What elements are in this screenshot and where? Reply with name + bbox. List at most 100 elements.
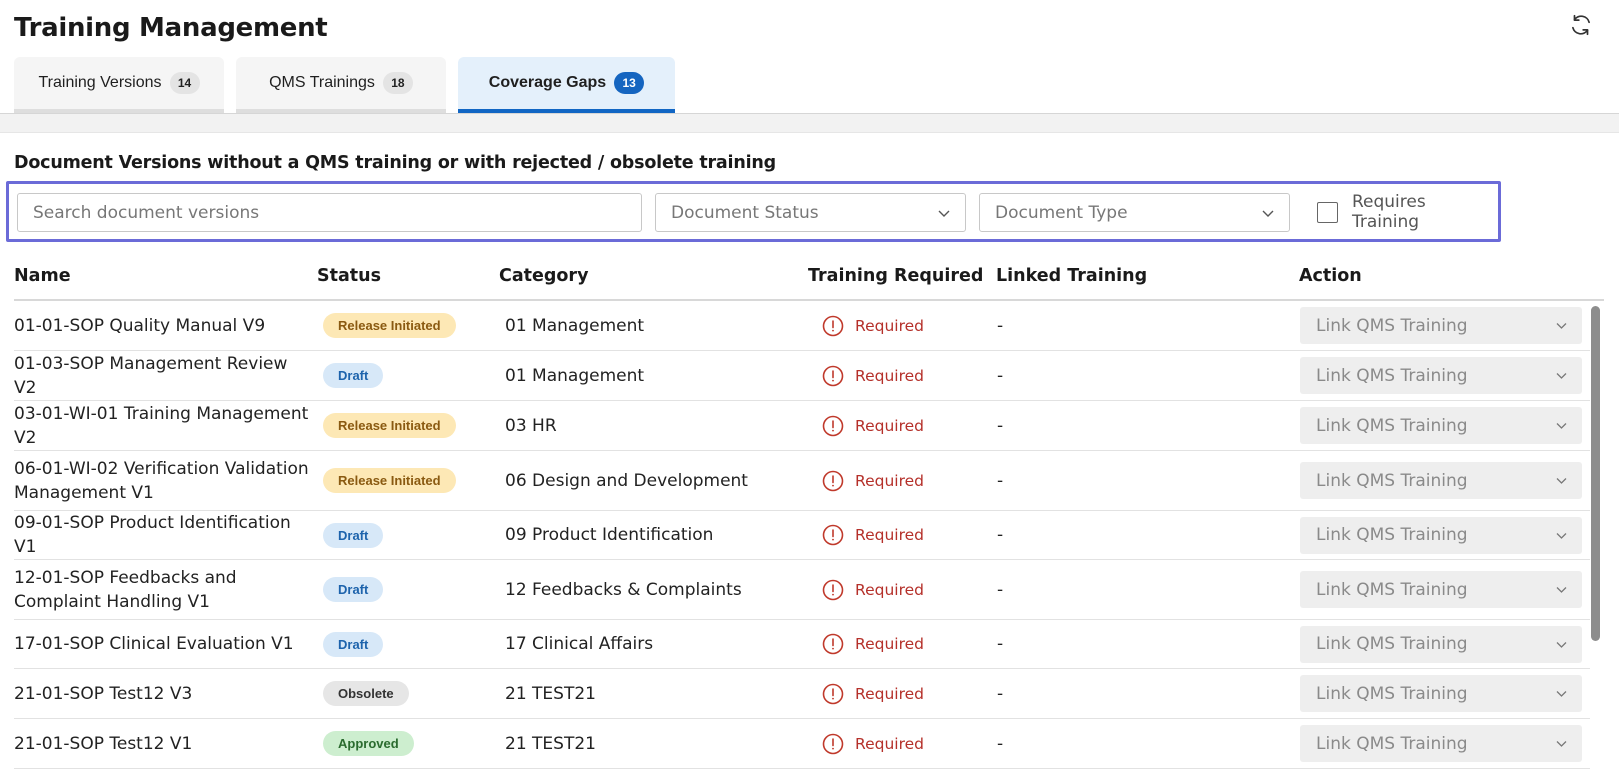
row-training-required: Required xyxy=(822,560,924,619)
link-qms-training-select[interactable]: Link QMS Training xyxy=(1300,516,1582,554)
tab-coverage-gaps[interactable]: Coverage Gaps 13 xyxy=(458,57,675,113)
app-header: Training Management Training Versions 14… xyxy=(0,0,1619,114)
filter-bar: Search document versions Document Status… xyxy=(6,181,1501,242)
search-placeholder: Search document versions xyxy=(33,202,260,223)
tab-label: QMS Trainings xyxy=(269,74,375,91)
row-category: 17 Clinical Affairs xyxy=(505,634,654,654)
table-row[interactable]: 21-01-SOP Test12 V3 Obsolete 21 TEST21 Requ… xyxy=(14,669,1590,719)
tab-count-badge: 18 xyxy=(382,72,413,94)
row-category: 03 HR xyxy=(505,415,557,436)
required-label: Required xyxy=(855,366,924,385)
status-badge: Draft xyxy=(323,363,384,388)
column-header-name[interactable]: Name xyxy=(14,266,71,286)
row-status-cell: Draft xyxy=(323,351,384,400)
link-qms-training-select[interactable]: Link QMS Training xyxy=(1300,725,1582,762)
status-badge: Release Initiated xyxy=(323,413,456,438)
row-action-cell: Link QMS Training xyxy=(1300,401,1582,450)
tab-training-versions[interactable]: Training Versions 14 xyxy=(14,57,224,113)
row-action-cell: Link QMS Training xyxy=(1300,669,1582,718)
tab-label: Training Versions xyxy=(38,74,162,91)
status-badge: Draft xyxy=(323,577,384,602)
alert-circle-icon xyxy=(822,633,844,655)
link-qms-training-label: Link QMS Training xyxy=(1316,634,1468,654)
alert-circle-icon xyxy=(822,415,844,436)
row-name: 21-01-SOP Test12 V3 xyxy=(14,683,193,704)
row-status-cell: Obsolete xyxy=(323,669,409,718)
tab-qms-trainings[interactable]: QMS Trainings 18 xyxy=(236,57,446,113)
row-training-required: Required xyxy=(822,719,924,768)
row-name: 06-01-WI-02 Verification Validation Mana… xyxy=(14,458,309,503)
chevron-down-icon xyxy=(1556,691,1567,697)
tab-count-badge: 13 xyxy=(614,72,645,94)
row-status-cell: Draft xyxy=(323,620,384,668)
table-row[interactable]: 17-01-SOP Clinical Evaluation V1 Draft 17 … xyxy=(14,620,1590,669)
row-category: 06 Design and Development xyxy=(505,470,748,491)
row-name: 21-01-SOP Test12 V1 xyxy=(14,733,193,754)
link-qms-training-select[interactable]: Link QMS Training xyxy=(1300,407,1582,444)
required-label: Required xyxy=(855,416,924,435)
link-qms-training-select[interactable]: Link QMS Training xyxy=(1300,625,1582,663)
row-status-cell: Release Initiated xyxy=(323,301,456,350)
chevron-down-icon xyxy=(1556,641,1567,648)
column-header-status[interactable]: Status xyxy=(317,266,381,286)
chevron-down-icon xyxy=(1556,587,1567,593)
row-action-cell: Link QMS Training xyxy=(1300,511,1582,559)
table-row[interactable]: 01-03-SOP Management Review V2 Draft 01 Ma… xyxy=(14,351,1590,401)
header-divider xyxy=(0,113,1619,133)
requires-training-toggle[interactable]: Requires Training xyxy=(1317,192,1498,232)
tab-label: Coverage Gaps xyxy=(488,74,607,91)
column-header-training-required[interactable]: Training Required xyxy=(808,266,983,286)
column-header-category[interactable]: Category xyxy=(499,266,588,286)
requires-training-label: Requires Training xyxy=(1351,192,1426,232)
row-linked-training: - xyxy=(997,470,1004,491)
row-name: 01-03-SOP Management Review V2 xyxy=(14,353,288,398)
row-linked-training: - xyxy=(997,634,1004,654)
table-row[interactable]: 12-01-SOP Feedbacks and Complaint Handli… xyxy=(14,560,1590,620)
table-row[interactable]: 03-01-WI-01 Training Management V2 Releas… xyxy=(14,401,1590,451)
required-label: Required xyxy=(855,316,924,335)
table-row[interactable]: 01-01-SOP Quality Manual V9 Release Initi… xyxy=(14,301,1590,351)
refresh-icon[interactable] xyxy=(1568,12,1594,38)
link-qms-training-label: Link QMS Training xyxy=(1316,733,1468,754)
status-badge: Draft xyxy=(323,522,384,548)
section-title: Document Versions without a QMS training… xyxy=(14,153,776,173)
link-qms-training-label: Link QMS Training xyxy=(1316,579,1468,600)
table-header: Name Status Category Training Required L… xyxy=(14,258,1604,301)
row-status-cell: Release Initiated xyxy=(323,401,456,450)
alert-circle-icon xyxy=(822,470,844,491)
table-row[interactable]: 09-01-SOP Product Identification V1 Draft… xyxy=(14,511,1590,560)
link-qms-training-label: Link QMS Training xyxy=(1316,365,1468,386)
status-badge: Draft xyxy=(323,631,384,657)
row-linked-training: - xyxy=(997,315,1004,336)
row-action-cell: Link QMS Training xyxy=(1300,719,1582,768)
table-body: 01-01-SOP Quality Manual V9 Release Initi… xyxy=(14,301,1590,769)
row-linked-training: - xyxy=(997,365,1004,386)
row-training-required: Required xyxy=(822,511,924,559)
link-qms-training-label: Link QMS Training xyxy=(1316,470,1468,491)
table-row[interactable]: 21-01-SOP Test12 V1 Approved 21 TEST21 Requ… xyxy=(14,719,1590,769)
row-training-required: Required xyxy=(822,451,924,510)
page-title: Training Management xyxy=(14,13,328,43)
required-label: Required xyxy=(855,734,924,753)
link-qms-training-select[interactable]: Link QMS Training xyxy=(1300,571,1582,608)
document-status-select[interactable]: Document Status xyxy=(655,193,966,232)
row-action-cell: Link QMS Training xyxy=(1300,451,1582,510)
link-qms-training-select[interactable]: Link QMS Training xyxy=(1300,357,1582,394)
vertical-scrollbar[interactable] xyxy=(1591,306,1600,641)
link-qms-training-select[interactable]: Link QMS Training xyxy=(1300,675,1582,712)
required-label: Required xyxy=(855,526,924,544)
column-header-action[interactable]: Action xyxy=(1299,266,1362,286)
row-category: 01 Management xyxy=(505,315,645,336)
row-action-cell: Link QMS Training xyxy=(1300,351,1582,400)
search-input[interactable]: Search document versions xyxy=(17,193,642,232)
link-qms-training-select[interactable]: Link QMS Training xyxy=(1300,307,1582,344)
document-type-select[interactable]: Document Type xyxy=(979,193,1290,232)
table-row[interactable]: 06-01-WI-02 Verification Validation Mana… xyxy=(14,451,1590,511)
column-header-linked-training[interactable]: Linked Training xyxy=(996,266,1147,286)
tab-count-badge: 14 xyxy=(169,72,200,94)
requires-training-checkbox[interactable] xyxy=(1317,201,1338,223)
row-status-cell: Release Initiated xyxy=(323,451,456,510)
row-training-required: Required xyxy=(822,620,924,668)
link-qms-training-select[interactable]: Link QMS Training xyxy=(1300,462,1582,499)
row-name: 09-01-SOP Product Identification V1 xyxy=(14,513,291,557)
